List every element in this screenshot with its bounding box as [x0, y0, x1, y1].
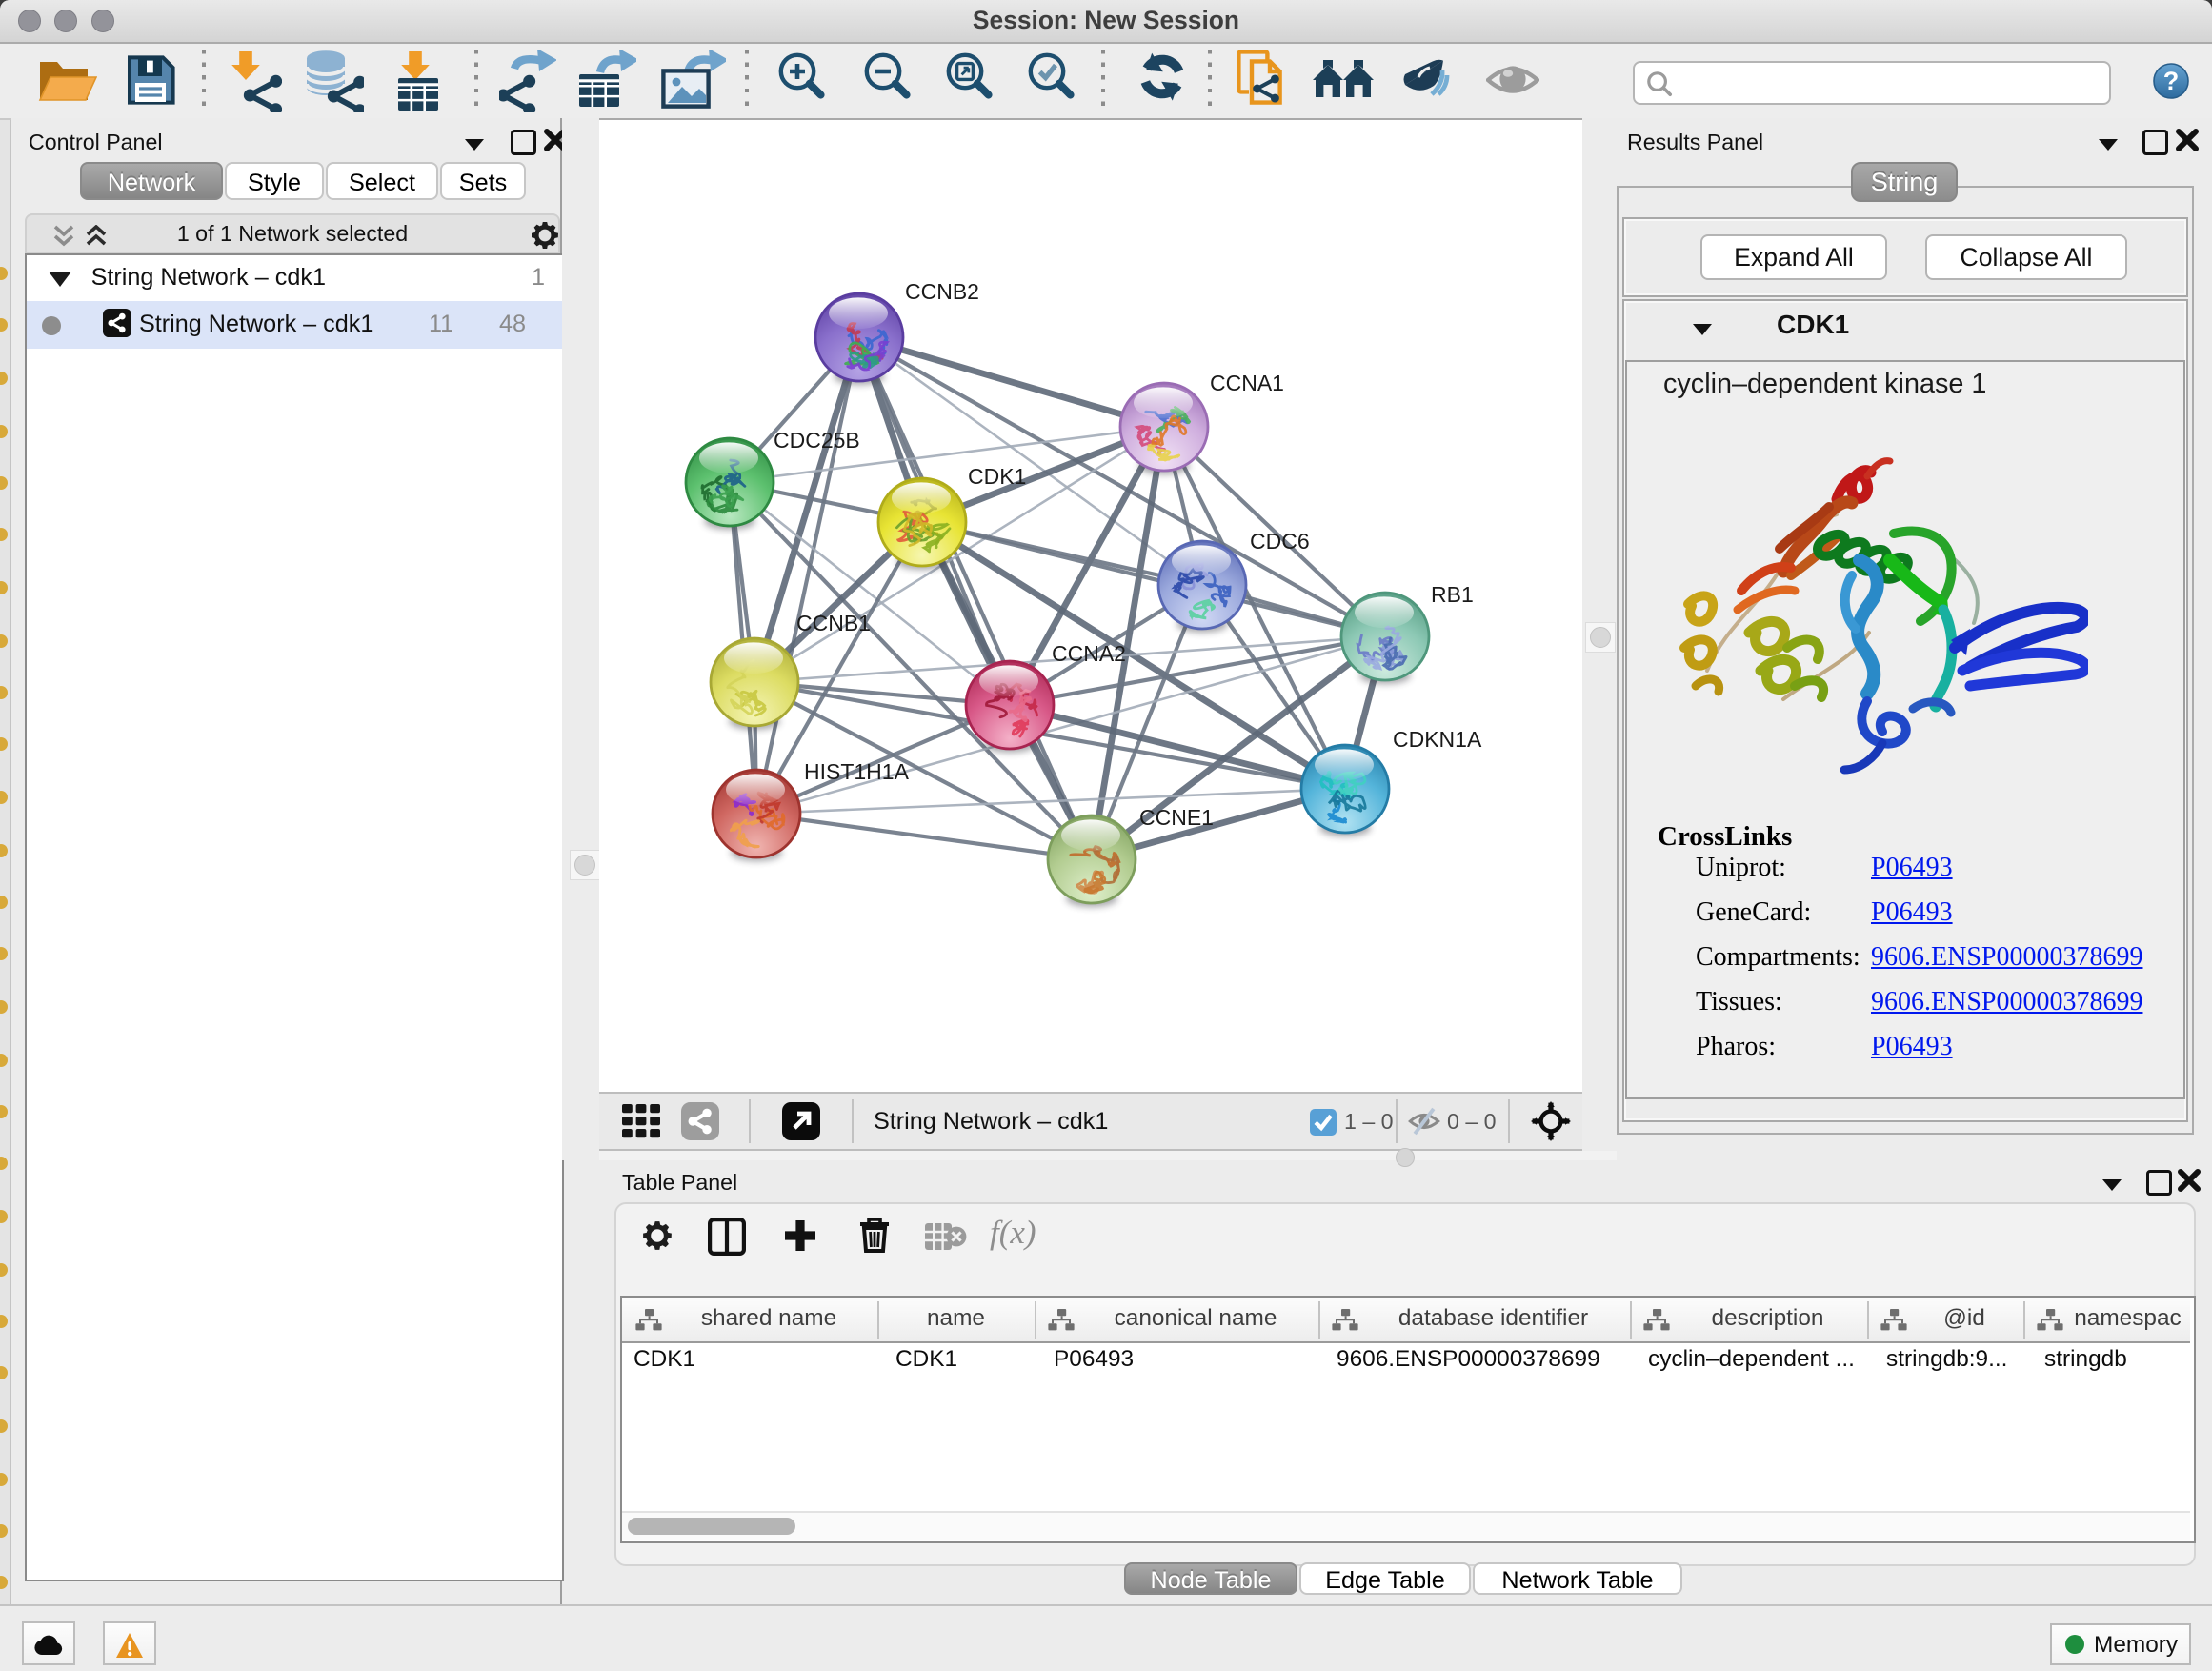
svg-text:CCNA2: CCNA2	[1052, 641, 1126, 666]
svg-text:RB1: RB1	[1431, 582, 1474, 607]
svg-text:HIST1H1A: HIST1H1A	[804, 759, 910, 784]
svg-text:CCNA1: CCNA1	[1210, 371, 1284, 395]
svg-text:CCNB2: CCNB2	[905, 279, 979, 304]
svg-text:CDC25B: CDC25B	[774, 428, 860, 453]
svg-text:?: ?	[2163, 67, 2180, 95]
svg-text:CDC6: CDC6	[1250, 529, 1310, 554]
svg-text:CCNB1: CCNB1	[796, 611, 871, 635]
svg-text:CDKN1A: CDKN1A	[1393, 727, 1482, 752]
svg-text:CDK1: CDK1	[968, 464, 1026, 489]
svg-text:CCNE1: CCNE1	[1139, 805, 1214, 830]
